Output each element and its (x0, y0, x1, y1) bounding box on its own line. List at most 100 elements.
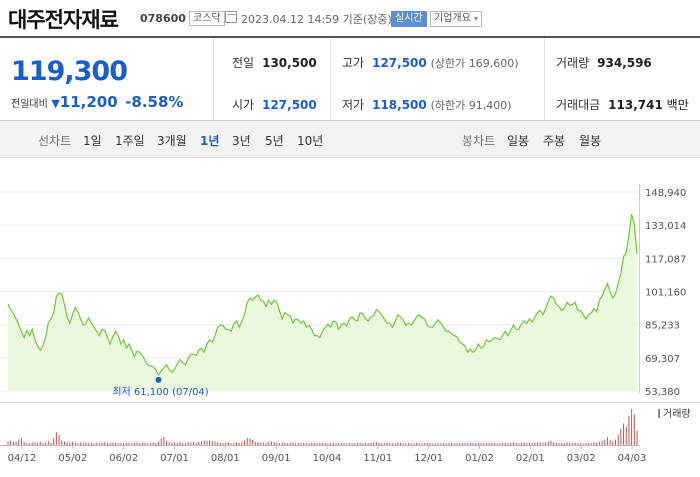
volume-bar (330, 443, 332, 445)
volume-bar (322, 443, 323, 445)
period-3m[interactable]: 3개월 (157, 132, 187, 149)
volume-bar (389, 443, 391, 445)
volume-bar (590, 443, 592, 445)
volume-bar (168, 442, 170, 445)
period-3y[interactable]: 3년 (232, 132, 251, 149)
candle-chart-title: 봉차트 (462, 134, 496, 148)
volume-bar (7, 441, 9, 445)
x-tick-label: 06/02 (109, 453, 138, 464)
period-1y[interactable]: 1년 (200, 132, 219, 149)
volume-bar (614, 439, 616, 445)
volume-bar (410, 443, 412, 445)
volume-bar (324, 442, 326, 445)
volume-bar (512, 442, 514, 445)
volume-bar (467, 443, 469, 445)
volume-bar (531, 443, 533, 445)
volume-bar (606, 437, 608, 445)
volume-bar (550, 440, 552, 445)
volume-bar (305, 443, 307, 445)
volume-bar (316, 443, 318, 445)
x-tick-label: 12/01 (414, 453, 443, 464)
volume-bar (131, 443, 133, 445)
volume-bar (182, 443, 184, 445)
x-tick-label: 04/03 (618, 453, 647, 464)
volume-bar (160, 438, 162, 445)
volume-bar (539, 442, 541, 445)
company-info-button[interactable]: 기업개요 ▾ (430, 11, 483, 27)
volume-bar (90, 442, 92, 445)
volume-bar (171, 442, 173, 445)
volume-bar (381, 443, 383, 445)
market-badge: 코스닥 (189, 11, 225, 26)
volume-bar (421, 443, 423, 445)
volume-bar (133, 442, 135, 445)
volume-bar (620, 428, 622, 445)
volume-bar (494, 443, 496, 445)
volume-bar (201, 441, 203, 445)
period-1d[interactable]: 1일 (83, 132, 102, 149)
low-label: 최저 61,100 (07/04) (112, 386, 208, 398)
volume-bar (284, 442, 286, 445)
stat-amount: 거래대금 113,741 백만 (556, 96, 689, 113)
volume-bar (523, 442, 525, 445)
volume-bar (413, 443, 415, 445)
volume-bar (477, 442, 479, 445)
volume-bar (246, 437, 248, 445)
volume-bar (386, 442, 388, 445)
volume-bar (440, 443, 442, 445)
volume-bar (63, 441, 65, 445)
candle-daily[interactable]: 일봉 (507, 132, 529, 149)
volume-bar (569, 442, 571, 445)
volume-bar (399, 442, 401, 445)
period-5y[interactable]: 5년 (265, 132, 284, 149)
volume-bar (405, 443, 407, 445)
y-tick-label: 85,233 (645, 321, 680, 332)
volume-bar (488, 443, 490, 445)
stat-label: 고가 (342, 56, 365, 70)
volume-bar (77, 443, 79, 445)
volume-bar (636, 430, 638, 445)
volume-bar (351, 443, 353, 445)
volume-bar (485, 443, 487, 445)
volume-bar (31, 442, 33, 445)
volume-bar (55, 432, 57, 445)
down-triangle-icon: ▼ (51, 97, 60, 110)
volume-bar (144, 442, 146, 445)
current-price-panel: 119,300 전일대비 ▼11,200 -8.58% (0, 38, 214, 120)
x-tick-label: 04/12 (8, 453, 37, 464)
y-tick-label: 117,087 (645, 254, 686, 265)
period-10y[interactable]: 10년 (297, 132, 323, 149)
candle-monthly[interactable]: 월봉 (579, 132, 601, 149)
volume-bar (604, 439, 606, 445)
volume-bar (265, 442, 267, 445)
volume-bar (418, 443, 420, 445)
volume-bar (332, 442, 334, 445)
volume-bar (244, 440, 246, 445)
stat-volume: 거래량 934,596 (556, 54, 652, 71)
lower-limit: (하한가 91,400) (430, 99, 512, 112)
volume-bar (510, 442, 512, 445)
volume-bar (631, 409, 633, 445)
stat-value: 118,500 (372, 98, 427, 112)
volume-bar (456, 443, 458, 445)
realtime-button[interactable]: 실시간 (391, 11, 427, 27)
volume-bar (571, 443, 573, 445)
volume-bar (537, 442, 539, 445)
volume-bar (155, 442, 157, 445)
volume-bar (241, 441, 243, 445)
volume-bar (123, 442, 125, 445)
volume-bar (295, 443, 297, 445)
volume-bar (520, 442, 522, 445)
period-1w[interactable]: 1주일 (115, 132, 145, 149)
volume-bar (426, 442, 428, 445)
volume-bar (235, 442, 237, 445)
volume-bar (158, 441, 160, 445)
volume-bar (491, 442, 493, 445)
volume-bar (125, 442, 127, 445)
volume-bar (23, 442, 25, 445)
volume-bar (18, 439, 20, 445)
volume-legend-label: 거래량 (663, 408, 691, 420)
candle-weekly[interactable]: 주봉 (543, 132, 565, 149)
price-change-row: 전일대비 ▼11,200 -8.58% (11, 93, 183, 111)
stat-value: 934,596 (597, 56, 652, 70)
